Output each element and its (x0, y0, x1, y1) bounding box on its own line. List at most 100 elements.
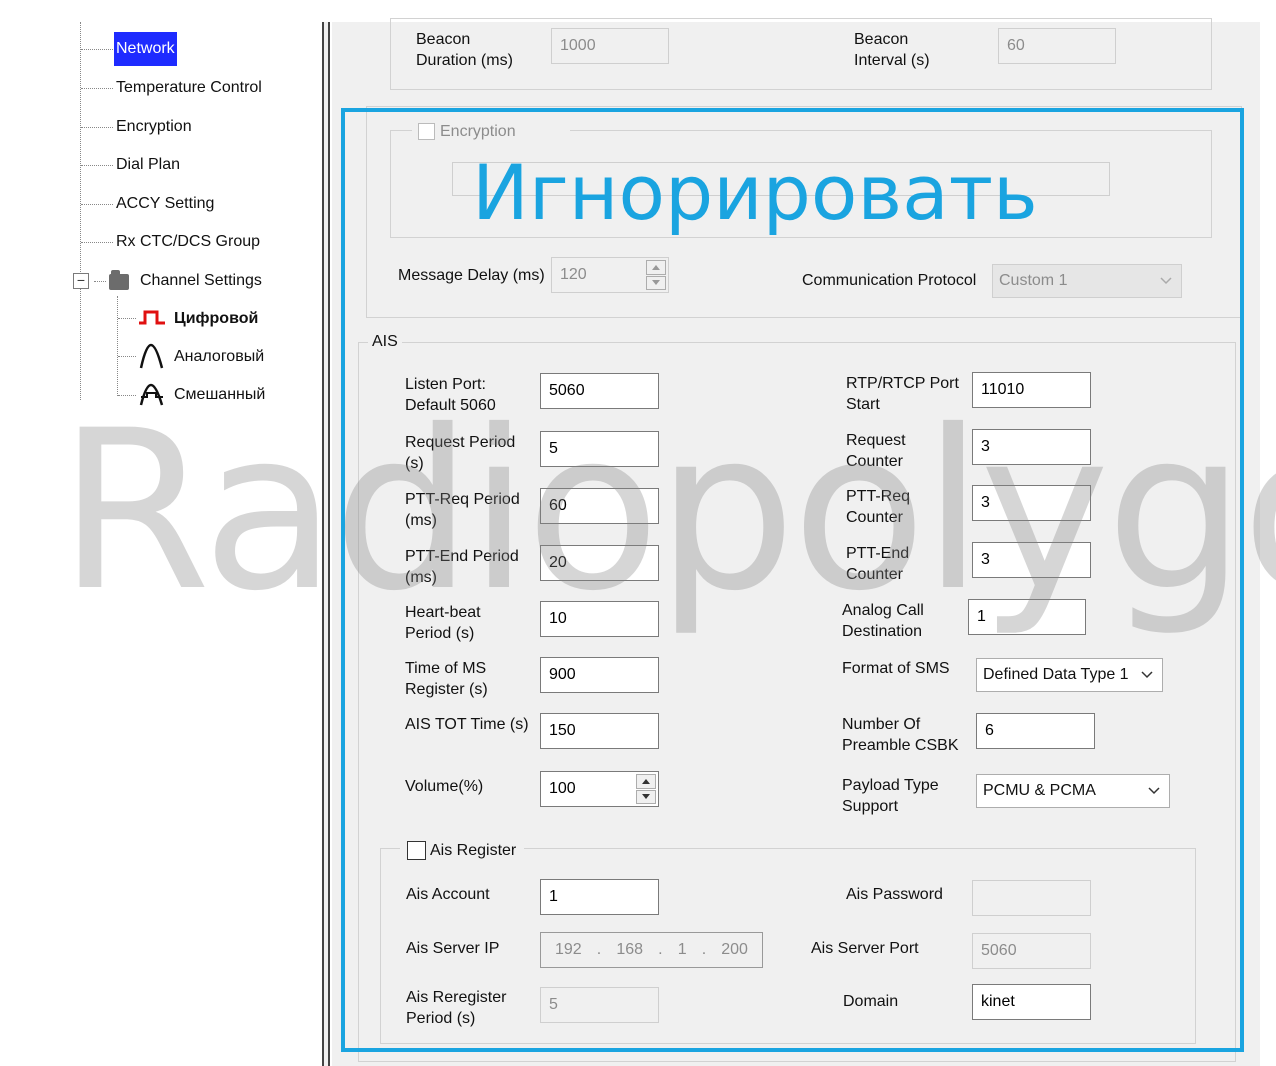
sms-format-label: Format of SMS (842, 660, 950, 677)
tree-line (117, 296, 118, 396)
chevron-down-icon (1141, 671, 1153, 679)
ip-dot: . (596, 941, 602, 958)
preamble-csbk-label: Number Of Preamble CSBK (842, 716, 959, 754)
spin-down-icon[interactable] (646, 275, 666, 290)
message-delay-value: 120 (560, 266, 587, 283)
tree-line (118, 318, 136, 319)
request-counter-label: Request Counter (846, 432, 906, 470)
tree-line (94, 281, 106, 282)
ptt-req-period-label: PTT-Req Period (ms) (405, 491, 520, 529)
beacon-duration-label: Beacon Duration (ms) (416, 31, 513, 69)
sms-format-value: Defined Data Type 1 (983, 666, 1129, 683)
ptt-req-counter-field[interactable]: 3 (972, 485, 1091, 521)
ais-server-ip-label: Ais Server IP (406, 940, 500, 957)
tree-line (80, 22, 81, 400)
ptt-end-counter-field[interactable]: 3 (972, 542, 1091, 578)
tree-line (81, 242, 113, 243)
ip-octet-4: 200 (721, 941, 748, 958)
communication-protocol-value: Custom 1 (999, 272, 1068, 289)
tree-item-channel-settings[interactable]: Channel Settings (140, 270, 262, 292)
tree-line (81, 49, 113, 50)
tree-line (81, 165, 113, 166)
domain-label: Domain (843, 993, 899, 1010)
sms-format-select[interactable]: Defined Data Type 1 (976, 658, 1163, 692)
ip-dot: . (658, 941, 663, 958)
ais-password-field[interactable] (972, 880, 1091, 916)
ms-register-time-field[interactable]: 900 (540, 657, 659, 693)
chevron-down-icon (1160, 277, 1172, 285)
volume-spinbox[interactable]: 100 (540, 771, 659, 807)
message-delay-spinbox[interactable]: 120 (551, 257, 669, 293)
ais-reregister-period-field[interactable]: 5 (540, 987, 659, 1023)
ais-register-checkbox[interactable] (407, 841, 426, 860)
domain-field[interactable]: kinet (972, 984, 1091, 1020)
request-period-field[interactable]: 5 (540, 431, 659, 467)
message-delay-label: Message Delay (ms) (398, 267, 545, 284)
tree-line (81, 127, 113, 128)
message-delay-spin[interactable] (646, 260, 666, 290)
ais-account-field[interactable]: 1 (540, 879, 659, 915)
beacon-duration-field[interactable]: 1000 (551, 28, 669, 64)
ais-tot-time-field[interactable]: 150 (540, 713, 659, 749)
ignore-annotation: Игнорировать (472, 148, 1038, 237)
payload-type-label: Payload Type Support (842, 777, 939, 815)
ms-register-time-label: Time of MS Register (s) (405, 660, 488, 698)
heartbeat-period-label: Heart-beat Period (s) (405, 604, 481, 642)
tree-line (118, 356, 136, 357)
tree-line (81, 88, 113, 89)
volume-label: Volume(%) (405, 778, 484, 795)
panel-splitter[interactable] (322, 22, 330, 1066)
analog-call-destination-field[interactable]: 1 (968, 599, 1086, 635)
ais-register-label: Ais Register (430, 842, 517, 859)
preamble-csbk-field[interactable]: 6 (976, 713, 1095, 749)
volume-spin[interactable] (636, 774, 656, 804)
tree-item-mixed[interactable]: Смешанный (174, 384, 265, 406)
ip-octet-2: 168 (616, 941, 644, 958)
tree-item-temperature-control[interactable]: Temperature Control (116, 77, 262, 99)
rtp-port-start-label: RTP/RTCP Port Start (846, 375, 959, 413)
spin-up-icon[interactable] (646, 260, 666, 275)
ais-password-label: Ais Password (846, 886, 943, 903)
ais-server-ip-field[interactable]: 192 . 168 . 1 . 200 (540, 932, 763, 968)
digital-wave-icon (139, 310, 165, 325)
ais-group-title: AIS (368, 333, 402, 351)
tree-item-digital[interactable]: Цифровой (174, 308, 258, 330)
encryption-checkbox[interactable] (418, 123, 435, 140)
ip-octet-1: 192 (555, 941, 582, 958)
tree-item-network[interactable]: Network (114, 32, 177, 66)
ptt-req-period-field[interactable]: 60 (540, 488, 659, 524)
tree-item-encryption[interactable]: Encryption (116, 116, 192, 138)
tree-item-dial-plan[interactable]: Dial Plan (116, 154, 180, 176)
tree-item-accy-setting[interactable]: ACCY Setting (116, 193, 214, 215)
request-counter-field[interactable]: 3 (972, 429, 1091, 465)
collapse-icon[interactable]: − (73, 273, 89, 289)
beacon-interval-label: Beacon Interval (s) (854, 31, 930, 69)
analog-call-destination-label: Analog Call Destination (842, 602, 924, 640)
tree-line (118, 395, 136, 396)
listen-port-field[interactable]: 5060 (540, 373, 659, 409)
folder-icon (109, 270, 129, 290)
ptt-end-period-field[interactable]: 20 (540, 545, 659, 581)
request-period-label: Request Period (s) (405, 434, 516, 472)
settings-tree: Network Temperature Control Encryption D… (0, 0, 320, 1066)
communication-protocol-select[interactable]: Custom 1 (992, 264, 1182, 298)
rtp-port-start-field[interactable]: 11010 (972, 372, 1091, 408)
chevron-down-icon (1148, 787, 1160, 795)
beacon-interval-field[interactable]: 60 (998, 28, 1116, 64)
analog-wave-icon (139, 343, 164, 369)
tree-item-analog[interactable]: Аналоговый (174, 346, 264, 368)
heartbeat-period-field[interactable]: 10 (540, 601, 659, 637)
encryption-checkbox-label: Encryption (440, 123, 516, 140)
ptt-end-counter-label: PTT-End Counter (846, 545, 910, 583)
ais-account-label: Ais Account (406, 886, 490, 903)
spin-up-icon[interactable] (636, 774, 656, 789)
tree-item-rx-ctcdcs-group[interactable]: Rx CTC/DCS Group (116, 231, 260, 253)
ptt-req-counter-label: PTT-Req Counter (846, 488, 911, 526)
ais-server-port-field[interactable]: 5060 (972, 933, 1091, 969)
tree-line (81, 204, 113, 205)
payload-type-select[interactable]: PCMU & PCMA (976, 774, 1170, 808)
spin-down-icon[interactable] (636, 789, 656, 804)
ais-server-port-label: Ais Server Port (811, 940, 919, 957)
payload-type-value: PCMU & PCMA (983, 782, 1096, 799)
ais-tot-time-label: AIS TOT Time (s) (405, 716, 529, 733)
